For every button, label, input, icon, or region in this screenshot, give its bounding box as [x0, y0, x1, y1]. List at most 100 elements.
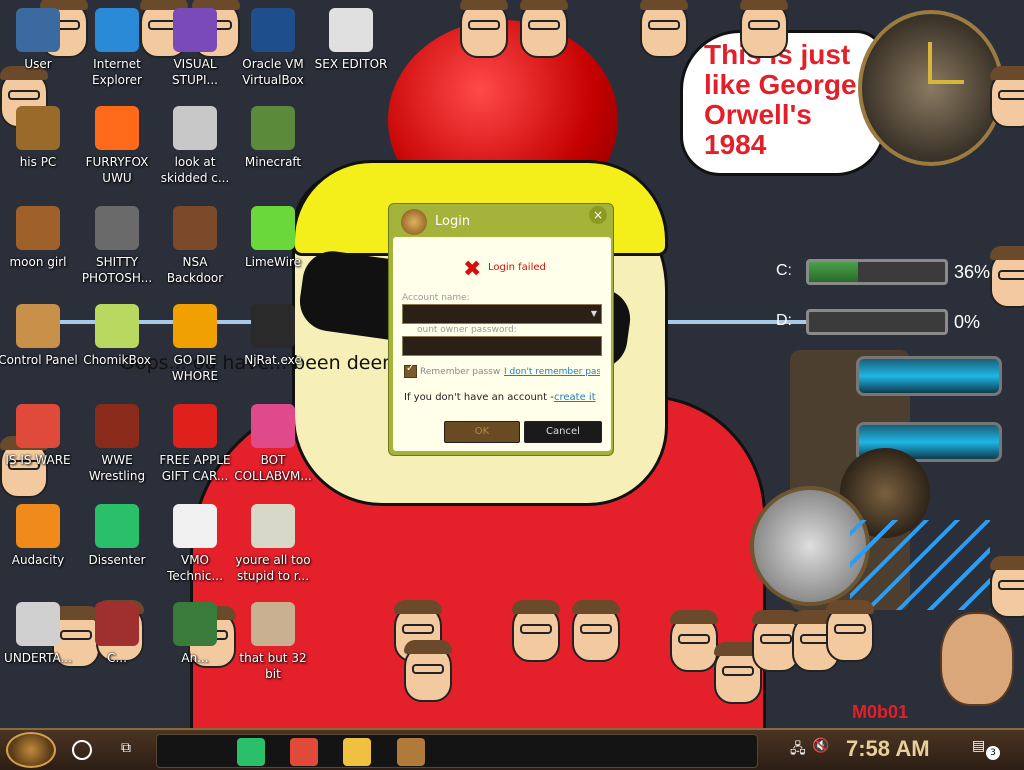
desktop-icon[interactable]: NjRat.exe	[233, 304, 313, 368]
desktop-icon[interactable]: C...	[77, 602, 157, 666]
decor-head	[640, 0, 688, 58]
desktop-icon[interactable]: IS IS WARE	[0, 404, 78, 468]
desktop-icon-label: Control Panel	[0, 353, 78, 367]
dialog-title: Login	[435, 214, 471, 229]
desktop-icon[interactable]: FREE APPLE GIFT CAR...	[155, 404, 235, 484]
notification-badge: 3	[986, 746, 1000, 760]
virtualbox-icon	[251, 8, 295, 52]
dialog-body: ✖ Login failed Account name: ▼ ount owne…	[393, 237, 611, 451]
desktop-icon-label: Dissenter	[88, 553, 146, 567]
chomikbox-icon	[95, 304, 139, 348]
desktop-icon-label: BOT COLLABVM...	[234, 453, 312, 483]
desktop-icon-label: that but 32 bit	[239, 651, 307, 681]
desktop-icon-label: NSA Backdoor	[166, 255, 224, 285]
chrome-icon	[16, 404, 60, 448]
game-icon	[95, 602, 139, 646]
desktop-icon-label: Audacity	[11, 553, 65, 567]
desktop-icon[interactable]: that but 32 bit	[233, 602, 313, 682]
account-name-field[interactable]: ▼	[402, 304, 602, 324]
desktop-icon[interactable]: WWE Wrestling	[77, 404, 157, 484]
desktop-icon[interactable]: VISUAL STUPI...	[155, 8, 235, 88]
desktop-icon[interactable]: NSA Backdoor	[155, 206, 235, 286]
login-error-text: Login failed	[488, 262, 546, 273]
desktop-icon[interactable]: youre all too stupid to r...	[233, 504, 313, 584]
desktop-icon[interactable]: UNDERTA...	[0, 602, 78, 666]
desktop-icon[interactable]: his PC	[0, 106, 78, 170]
desktop-icon-label: his PC	[19, 155, 57, 169]
desktop-icon[interactable]: BOT COLLABVM...	[233, 404, 313, 484]
password-field[interactable]	[402, 336, 602, 356]
shield-icon	[173, 602, 217, 646]
portrait-icon	[251, 602, 295, 646]
this-pc-icon	[16, 106, 60, 150]
hxd-editor-icon	[329, 8, 373, 52]
desktop-icon[interactable]: look at skidded c...	[155, 106, 235, 186]
desktop-icon[interactable]: FURRYFOX UWU	[77, 106, 157, 186]
desktop-icon-label: Oracle VM VirtualBox	[242, 57, 304, 87]
folder-icon	[16, 206, 60, 250]
drive-d-meter	[806, 309, 948, 335]
limewire-icon	[251, 206, 295, 250]
login-dialog: Login × ✖ Login failed Account name: ▼ o…	[388, 203, 614, 456]
desktop-icon[interactable]: moon girl	[0, 206, 78, 270]
tv-oven-icon	[95, 404, 139, 448]
desktop-icon[interactable]: Dissenter	[77, 504, 157, 568]
file-explorer-icon[interactable]	[343, 738, 371, 766]
desktop-icon[interactable]: GO DIE WHORE	[155, 304, 235, 384]
taskbar-dock	[156, 734, 758, 768]
chrome-icon[interactable]	[290, 738, 318, 766]
desktop-icon[interactable]: Control Panel	[0, 304, 78, 368]
desktop-icon[interactable]: Minecraft	[233, 106, 313, 170]
remember-password-checkbox[interactable]	[404, 363, 417, 378]
desktop-icon-label: VMO Technic...	[167, 553, 223, 583]
forgot-password-link[interactable]: I don't remember pas	[504, 367, 600, 377]
taskbar: ⧉ 🖧 🔇 7:58 AM ▤ 3	[0, 728, 1024, 770]
desktop-icon[interactable]: SHITTY PHOTOSH...	[77, 206, 157, 286]
remember-password-label: Remember passw	[420, 367, 501, 377]
desktop-icon-label: FREE APPLE GIFT CAR...	[159, 453, 231, 483]
desktop-icon[interactable]: An...	[155, 602, 235, 666]
task-view-icon[interactable]: ⧉	[121, 740, 141, 760]
desktop-icon[interactable]: SEX EDITOR	[311, 8, 391, 72]
dissenter-icon	[95, 504, 139, 548]
desktop-icon[interactable]: LimeWire	[233, 206, 313, 270]
password-label: ount owner password:	[417, 325, 517, 335]
create-account-link[interactable]: create it	[554, 392, 596, 403]
clock-time[interactable]: 7:58 AM	[846, 736, 930, 762]
adobe-de-icon	[173, 304, 217, 348]
desktop-icon[interactable]: Audacity	[0, 504, 78, 568]
desktop: Oops... ou have... been deemed inap This…	[0, 0, 1024, 728]
firefox-icon	[95, 106, 139, 150]
search-icon[interactable]	[72, 740, 92, 760]
cancel-button[interactable]: Cancel	[524, 421, 602, 443]
desktop-icon[interactable]: VMO Technic...	[155, 504, 235, 584]
wallpaper-speech-text: This is just like George Orwell's 1984	[704, 39, 857, 160]
volume-muted-icon[interactable]: 🔇	[812, 738, 829, 754]
decor-head	[520, 0, 568, 58]
drive-c-label: C:	[776, 262, 792, 279]
network-icon[interactable]: 🖧	[790, 738, 806, 762]
internet-explorer-icon	[95, 8, 139, 52]
desktop-icon-label: UNDERTA...	[4, 651, 72, 665]
desktop-icon[interactable]: User	[0, 8, 78, 72]
account-name-label: Account name:	[402, 293, 470, 303]
dissenter-icon[interactable]	[237, 738, 265, 766]
chevron-down-icon[interactable]: ▼	[591, 309, 597, 318]
start-button[interactable]	[6, 732, 56, 768]
no-account-text: If you don't have an account -	[404, 392, 554, 403]
desktop-icon-label: Internet Explorer	[92, 57, 142, 87]
steampunk-tube	[856, 356, 1002, 396]
watermark-text: M0b01	[852, 702, 909, 722]
audacity-icon	[16, 504, 60, 548]
close-icon[interactable]: ×	[589, 206, 607, 224]
chomikbox-icon[interactable]	[397, 738, 425, 766]
desktop-icon-label: moon girl	[9, 255, 67, 269]
ok-button[interactable]: OK	[444, 421, 520, 443]
desktop-icon[interactable]: ChomikBox	[77, 304, 157, 368]
decor-head	[826, 600, 874, 662]
desktop-icon[interactable]: Internet Explorer	[77, 8, 157, 88]
files-stack-icon	[173, 106, 217, 150]
desktop-icon[interactable]: Oracle VM VirtualBox	[233, 8, 313, 88]
drive-c-meter	[806, 259, 948, 285]
error-x-icon: ✖	[463, 257, 482, 282]
